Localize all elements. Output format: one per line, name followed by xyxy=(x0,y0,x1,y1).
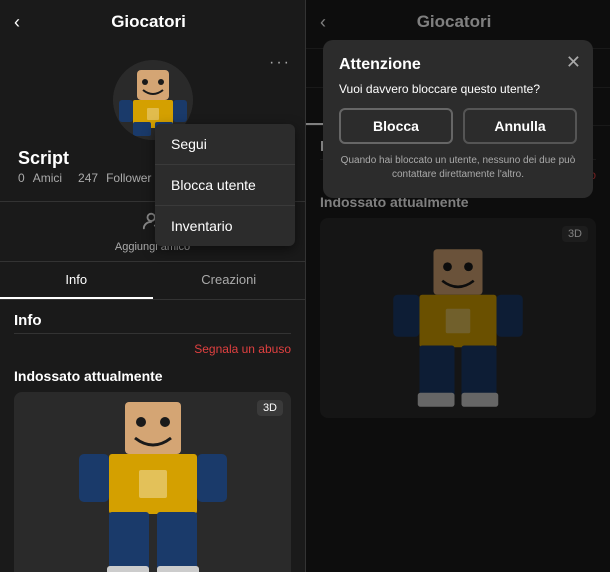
left-section-title: Info xyxy=(14,312,291,329)
left-header: ‹ Giocatori xyxy=(0,0,305,44)
modal-buttons: Blocca Annulla xyxy=(339,108,577,144)
followers-label: Follower xyxy=(106,171,151,185)
tab-info-left[interactable]: Info xyxy=(0,262,153,299)
left-back-button[interactable]: ‹ xyxy=(14,12,20,33)
menu-item-segui[interactable]: Segui xyxy=(155,124,295,165)
right-panel: ‹ Giocatori Attenzione ✕ Vuoi davvero bl… xyxy=(305,0,610,572)
annulla-button[interactable]: Annulla xyxy=(463,108,577,144)
left-panel: ‹ Giocatori xyxy=(0,0,305,572)
left-header-title: Giocatori xyxy=(30,12,267,32)
followers-count: 247 xyxy=(78,171,98,185)
tab-creazioni-left[interactable]: Creazioni xyxy=(153,262,306,299)
friends-label: Amici xyxy=(33,171,62,185)
dropdown-menu: Segui Blocca utente Inventario xyxy=(155,124,295,246)
left-divider xyxy=(14,333,291,334)
left-wearing-character xyxy=(73,392,233,572)
menu-item-blocca[interactable]: Blocca utente xyxy=(155,165,295,206)
block-modal: Attenzione ✕ Vuoi davvero bloccare quest… xyxy=(323,40,593,198)
modal-note: Quando hai bloccato un utente, nessuno d… xyxy=(339,154,577,182)
left-profile-section: Script 0 Amici 247 Follower 2 Profili ··… xyxy=(0,44,305,193)
modal-question: Vuoi davvero bloccare questo utente? xyxy=(339,82,577,96)
left-tabs: Info Creazioni xyxy=(0,262,305,300)
left-report-link[interactable]: Segnala un abuso xyxy=(14,342,291,356)
three-dots-button[interactable]: ··· xyxy=(269,54,291,72)
left-3d-badge: 3D xyxy=(257,400,283,416)
friends-count: 0 xyxy=(18,171,25,185)
blocca-button[interactable]: Blocca xyxy=(339,108,453,144)
left-username: Script xyxy=(18,148,69,169)
modal-close-button[interactable]: ✕ xyxy=(566,52,581,73)
modal-overlay: Attenzione ✕ Vuoi davvero bloccare quest… xyxy=(306,0,610,572)
left-content: Info Segnala un abuso Indossato attualme… xyxy=(0,300,305,572)
menu-item-inventario[interactable]: Inventario xyxy=(155,206,295,246)
left-wearing-container: 3D xyxy=(14,392,291,572)
modal-title: Attenzione xyxy=(339,56,577,74)
left-wearing-title: Indossato attualmente xyxy=(14,368,291,384)
